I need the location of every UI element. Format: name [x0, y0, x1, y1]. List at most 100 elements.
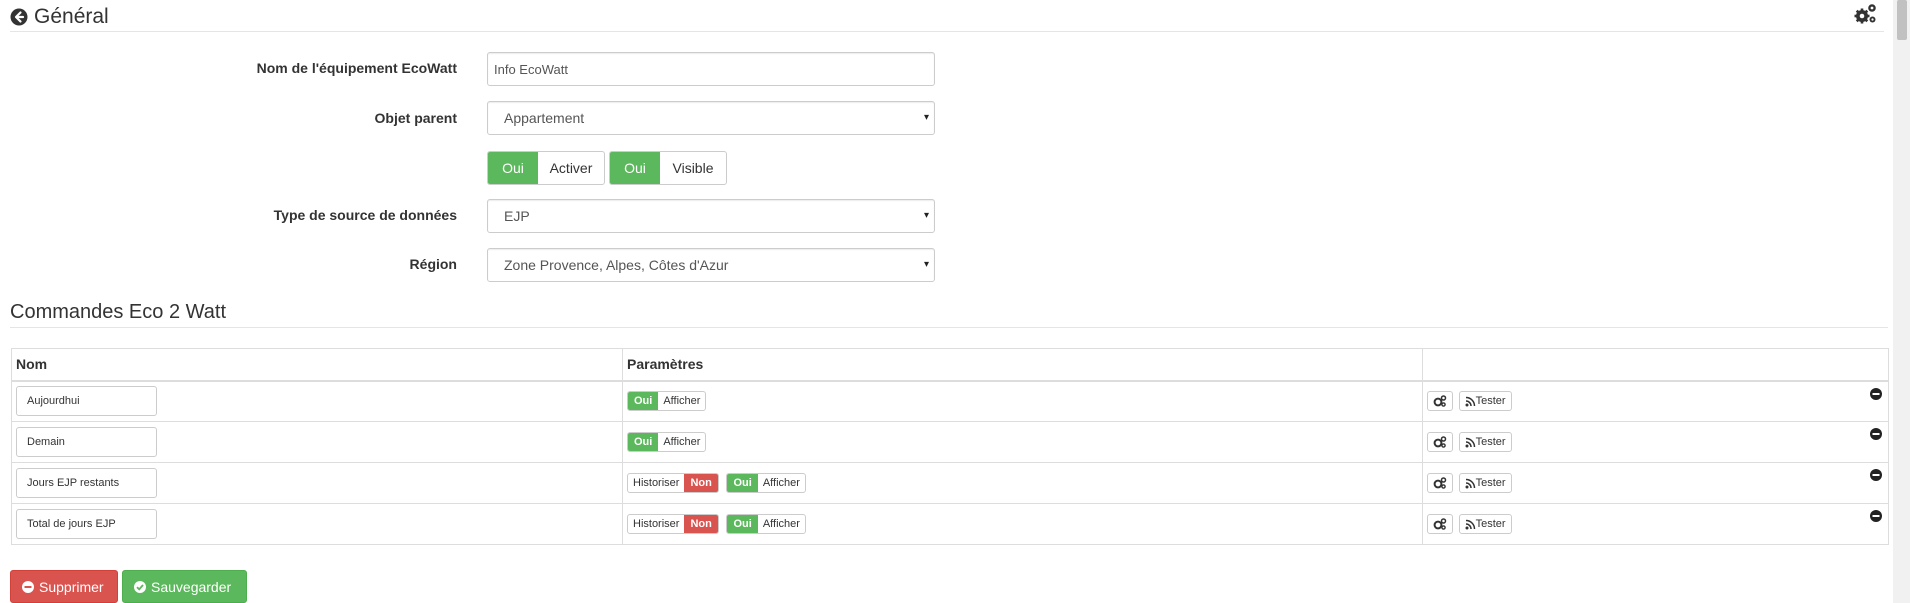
save-button-label: Sauvegarder: [151, 578, 232, 595]
section-divider: [10, 327, 1888, 328]
test-button-label: Tester: [1475, 436, 1506, 448]
historiser-off-button[interactable]: Non: [684, 474, 718, 492]
afficher-label: Afficher: [663, 436, 701, 448]
test-button[interactable]: Tester: [1458, 514, 1512, 534]
parent-object-select[interactable]: Appartement ▾: [487, 101, 935, 135]
region-value: Zone Provence, Alpes, Côtes d'Azur: [504, 257, 729, 273]
rss-icon: [1465, 396, 1475, 407]
table-row: Historiser Non Oui Afficher Tester: [11, 462, 1889, 504]
rss-icon: [1465, 437, 1475, 447]
minus-circle-icon: [22, 580, 34, 593]
chevron-down-icon: ▾: [923, 210, 929, 221]
configure-button[interactable]: [1427, 473, 1453, 493]
cogs-icon: [1433, 518, 1447, 530]
region-label: Région: [409, 256, 457, 272]
visible-label: Visible: [672, 160, 714, 176]
gears-icon[interactable]: [1854, 2, 1878, 26]
test-button[interactable]: Tester: [1458, 391, 1512, 412]
check-circle-icon: [134, 580, 146, 593]
scrollbar-thumb[interactable]: [1897, 0, 1907, 40]
afficher-on-button[interactable]: Oui: [628, 392, 659, 411]
arrow-circle-left-icon[interactable]: [10, 8, 28, 26]
data-source-type-select[interactable]: EJP ▾: [487, 199, 935, 233]
historiser-label: Historiser: [633, 477, 680, 489]
minus-circle-icon[interactable]: [1870, 428, 1882, 440]
afficher-toggle[interactable]: Oui Afficher: [726, 514, 806, 534]
test-button[interactable]: Tester: [1458, 473, 1512, 493]
page-header: Général: [10, 2, 1884, 32]
command-name-cell: [11, 503, 623, 545]
parent-object-value: Appartement: [504, 110, 585, 126]
column-header-nom: Nom: [11, 348, 623, 382]
command-name-input[interactable]: [16, 509, 157, 539]
command-actions-cell: Tester: [1422, 421, 1889, 463]
historiser-toggle[interactable]: Historiser Non: [627, 514, 719, 534]
minus-circle-icon[interactable]: [1870, 387, 1882, 400]
visible-toggle[interactable]: Oui Visible: [609, 151, 727, 185]
data-source-type-value: EJP: [504, 208, 530, 224]
afficher-label: Afficher: [762, 477, 800, 489]
commands-section-title: Commandes Eco 2 Watt: [10, 301, 227, 323]
parent-object-label: Objet parent: [374, 110, 457, 126]
cogs-icon: [1433, 395, 1447, 408]
enable-toggle[interactable]: Oui Activer: [487, 151, 605, 185]
table-header-row: Nom Paramètres: [11, 348, 1889, 382]
test-button-label: Tester: [1475, 477, 1506, 489]
table-row: Oui Afficher Tester: [11, 421, 1889, 463]
page-scrollbar[interactable]: [1893, 0, 1910, 603]
configure-button[interactable]: [1427, 391, 1453, 412]
afficher-label: Afficher: [762, 518, 800, 530]
historiser-toggle[interactable]: Historiser Non: [627, 473, 719, 493]
chevron-down-icon: ▾: [923, 112, 929, 123]
afficher-toggle[interactable]: Oui Afficher: [627, 391, 707, 412]
configure-button[interactable]: [1427, 514, 1453, 534]
command-name-cell: [11, 462, 623, 504]
command-params-cell: Historiser Non Oui Afficher: [622, 503, 1423, 545]
command-name-input[interactable]: [16, 468, 157, 498]
rss-icon: [1465, 519, 1475, 529]
afficher-toggle[interactable]: Oui Afficher: [627, 432, 707, 452]
configure-button[interactable]: [1427, 432, 1453, 452]
commands-table: Nom Paramètres Oui Afficher: [11, 348, 1889, 545]
column-header-actions: [1422, 348, 1889, 382]
test-button[interactable]: Tester: [1458, 432, 1512, 452]
table-row: Oui Afficher Tester: [11, 380, 1889, 422]
chevron-down-icon: ▾: [923, 259, 929, 270]
command-params-cell: Oui Afficher: [622, 380, 1423, 422]
page-title: Général: [34, 5, 109, 28]
region-select[interactable]: Zone Provence, Alpes, Côtes d'Azur ▾: [487, 248, 935, 282]
data-source-type-label: Type de source de données: [273, 207, 457, 223]
command-name-input[interactable]: [16, 427, 157, 457]
afficher-on-button[interactable]: Oui: [727, 515, 758, 533]
afficher-on-button[interactable]: Oui: [727, 474, 758, 492]
delete-button-label: Supprimer: [39, 578, 104, 595]
minus-circle-icon[interactable]: [1870, 510, 1882, 522]
save-button[interactable]: Sauvegarder: [122, 570, 247, 603]
afficher-toggle[interactable]: Oui Afficher: [726, 473, 806, 493]
command-name-cell: [11, 421, 623, 463]
equipment-name-label: Nom de l'équipement EcoWatt: [256, 60, 457, 76]
test-button-label: Tester: [1475, 395, 1506, 408]
delete-button[interactable]: Supprimer: [10, 570, 118, 603]
command-name-input[interactable]: [16, 386, 157, 417]
afficher-on-button[interactable]: Oui: [628, 433, 659, 451]
rss-icon: [1465, 478, 1475, 488]
historiser-off-button[interactable]: Non: [684, 515, 718, 533]
visible-on-button[interactable]: Oui: [610, 152, 660, 184]
command-actions-cell: Tester: [1422, 503, 1889, 545]
command-actions-cell: Tester: [1422, 462, 1889, 504]
command-params-cell: Oui Afficher: [622, 421, 1423, 463]
minus-circle-icon[interactable]: [1870, 469, 1882, 481]
command-name-cell: [11, 380, 623, 422]
historiser-label: Historiser: [633, 518, 680, 530]
enable-label: Activer: [549, 160, 593, 176]
command-actions-cell: Tester: [1422, 380, 1889, 422]
enable-on-button[interactable]: Oui: [488, 152, 538, 184]
column-header-params: Paramètres: [622, 348, 1423, 382]
equipment-name-input[interactable]: [487, 52, 935, 86]
cogs-icon: [1433, 477, 1447, 489]
cogs-icon: [1433, 436, 1447, 448]
command-params-cell: Historiser Non Oui Afficher: [622, 462, 1423, 504]
afficher-label: Afficher: [663, 395, 701, 408]
table-row: Historiser Non Oui Afficher Tester: [11, 503, 1889, 545]
